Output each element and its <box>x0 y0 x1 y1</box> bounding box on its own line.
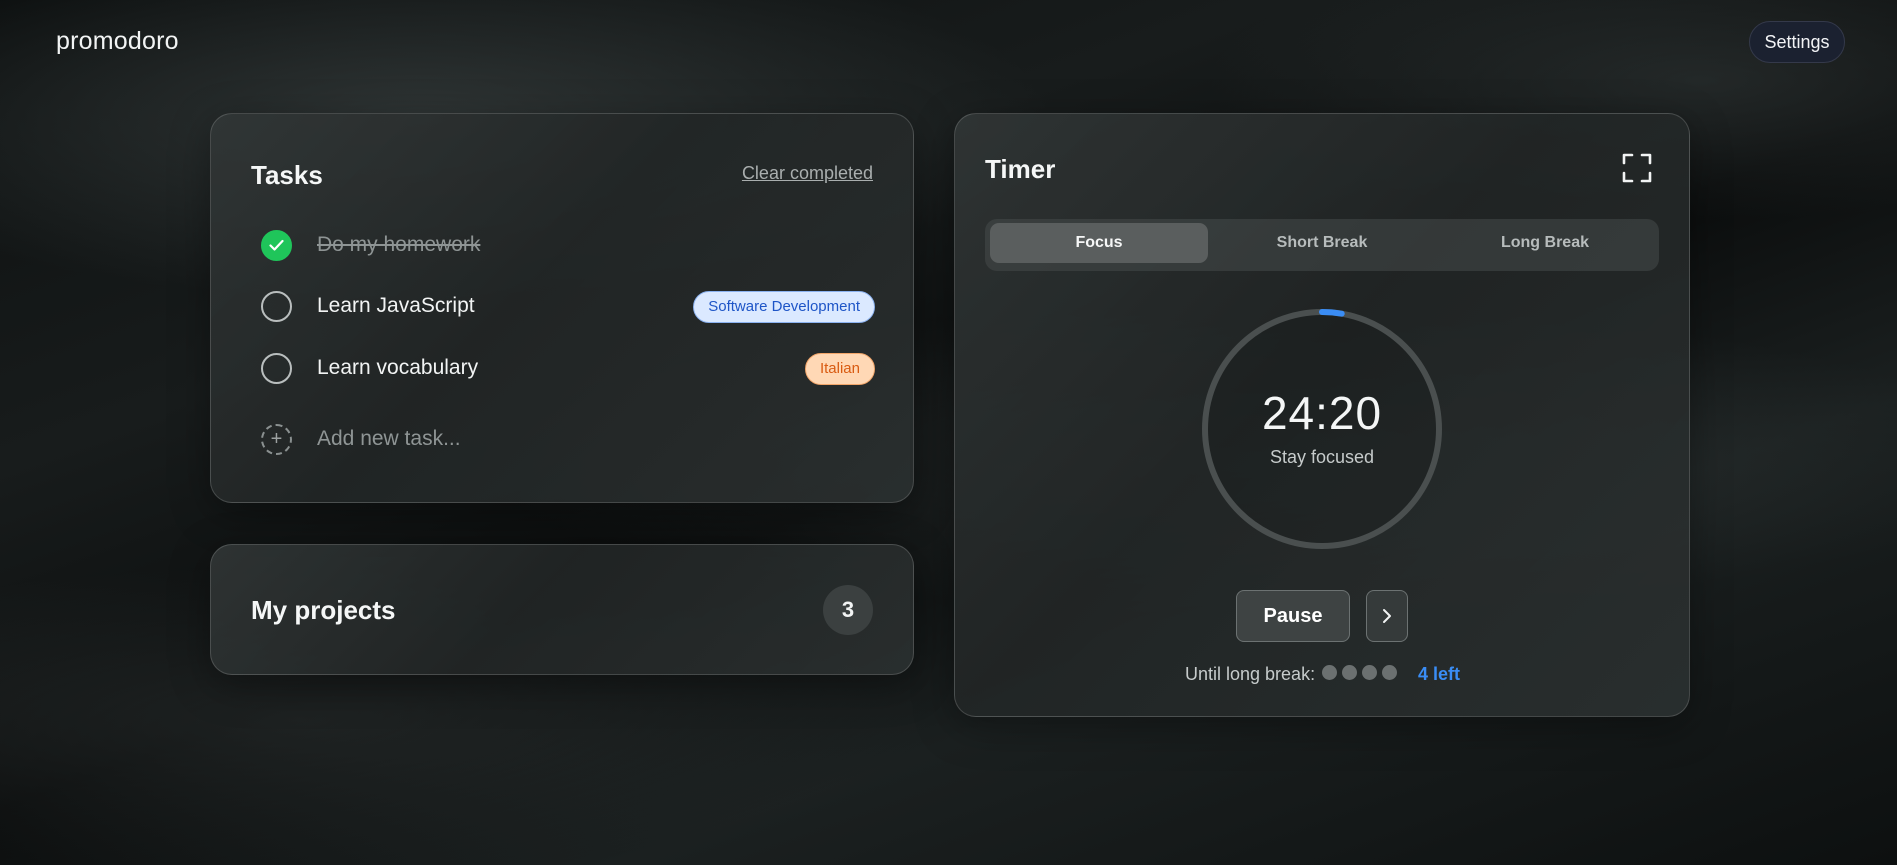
settings-button[interactable]: Settings <box>1749 21 1845 63</box>
timer-card: Timer Focus Short Break Long Break 24:20… <box>954 113 1690 717</box>
fullscreen-button[interactable] <box>1622 153 1652 183</box>
tasks-title: Tasks <box>251 160 323 190</box>
task-item: Learn JavaScript Software Development <box>261 289 875 325</box>
tab-short-break[interactable]: Short Break <box>1213 223 1431 263</box>
until-long-break-label: Until long break: <box>1185 664 1316 684</box>
tab-focus[interactable]: Focus <box>990 223 1208 263</box>
chevron-right-icon <box>1383 609 1391 623</box>
timer-mode-tabs: Focus Short Break Long Break <box>985 219 1659 271</box>
plus-icon[interactable]: + <box>261 424 292 455</box>
task-item: Learn vocabulary Italian <box>261 351 875 387</box>
session-dot <box>1362 665 1377 680</box>
task-item: Do my homework <box>261 228 875 264</box>
sessions-left: 4 left <box>1418 664 1461 684</box>
timer-title: Timer <box>985 154 1056 184</box>
clear-completed-link[interactable]: Clear completed <box>742 163 873 184</box>
pause-button[interactable]: Pause <box>1236 590 1350 642</box>
check-icon <box>269 239 284 251</box>
fullscreen-icon <box>1622 153 1652 183</box>
timer-status: Stay focused <box>1269 447 1375 467</box>
tasks-card: Tasks Clear completed Do my homework Lea… <box>210 113 914 503</box>
projects-title: My projects <box>251 595 396 625</box>
top-bar: promodoro Settings <box>0 0 1897 84</box>
task-complete-checkbox[interactable] <box>261 230 292 261</box>
task-tag[interactable]: Italian <box>804 353 875 385</box>
task-label[interactable]: Learn JavaScript <box>317 294 475 318</box>
task-label[interactable]: Learn vocabulary <box>317 356 478 380</box>
projects-card[interactable]: My projects 3 <box>210 544 914 675</box>
session-dot <box>1342 665 1357 680</box>
skip-button[interactable] <box>1366 590 1408 642</box>
tab-long-break[interactable]: Long Break <box>1436 223 1654 263</box>
add-task-row[interactable]: + Add new task... <box>261 422 875 458</box>
task-checkbox[interactable] <box>261 291 292 322</box>
timer-display: 24:20 <box>1261 387 1383 439</box>
task-tag[interactable]: Software Development <box>693 291 875 323</box>
session-dot <box>1382 665 1397 680</box>
projects-count-badge: 3 <box>823 585 873 635</box>
app-brand: promodoro <box>56 27 179 55</box>
session-dot <box>1322 665 1337 680</box>
add-task-input[interactable]: Add new task... <box>317 427 461 451</box>
task-label[interactable]: Do my homework <box>317 233 480 257</box>
task-checkbox[interactable] <box>261 353 292 384</box>
